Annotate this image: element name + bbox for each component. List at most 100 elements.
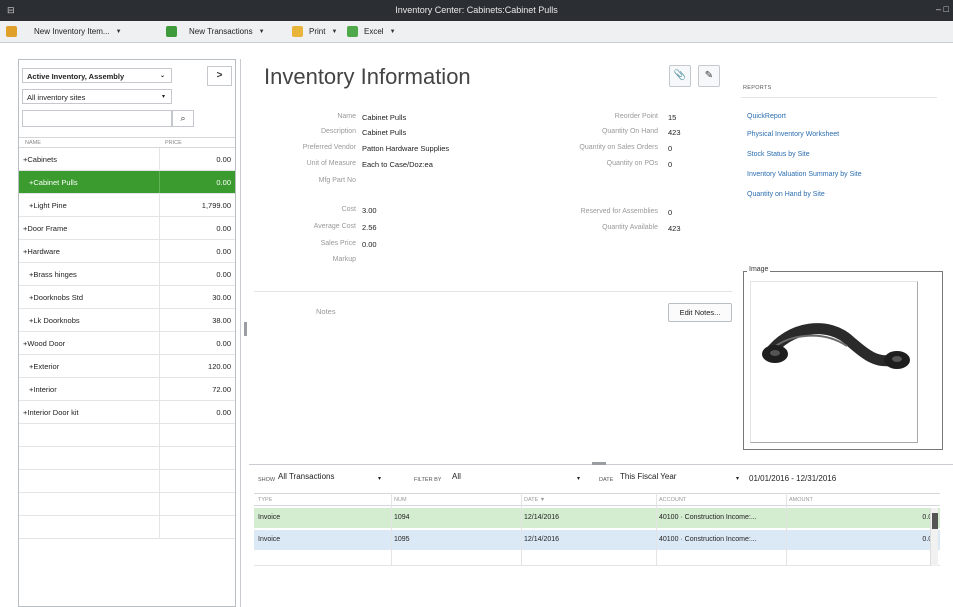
column-header-type[interactable]: TYPE bbox=[258, 497, 272, 503]
filter-dropdown[interactable]: All ▾ bbox=[452, 472, 586, 486]
chevron-down-icon: ▾ bbox=[378, 476, 382, 482]
show-dropdown[interactable]: All Transactions ▾ bbox=[278, 472, 382, 486]
tx-type: Invoice bbox=[258, 536, 281, 543]
item-price: 0.00 bbox=[216, 155, 231, 164]
tx-date: 12/14/2016 bbox=[524, 514, 560, 521]
field-label-qty-on-hand: Quantity On Hand bbox=[601, 128, 658, 135]
excel-label: Excel bbox=[364, 27, 384, 36]
report-link-valuation-summary[interactable]: Inventory Valuation Summary by Site bbox=[747, 171, 862, 178]
panel-splitter[interactable] bbox=[240, 59, 241, 607]
list-item[interactable]: +Interior Door kit 0.00 bbox=[19, 401, 235, 424]
field-value-vendor: Patton Hardware Supplies bbox=[362, 144, 450, 153]
scrollbar-thumb[interactable] bbox=[932, 513, 938, 529]
expand-panel-button[interactable]: > bbox=[207, 66, 232, 86]
column-header-amount[interactable]: AMOUNT bbox=[789, 497, 813, 503]
column-header-date[interactable]: DATE ▼ bbox=[524, 497, 545, 503]
item-name: +Exterior bbox=[29, 362, 60, 371]
list-item[interactable]: +Hardware 0.00 bbox=[19, 240, 235, 263]
splitter-handle[interactable] bbox=[592, 462, 606, 465]
search-icon[interactable]: ⌕ bbox=[172, 110, 194, 127]
paperclip-icon: 📎 bbox=[673, 70, 687, 81]
window-controls[interactable]: – □ bbox=[936, 4, 949, 14]
divider bbox=[254, 291, 732, 292]
empty-row bbox=[19, 447, 235, 470]
print-label: Print bbox=[309, 27, 326, 36]
list-item[interactable]: +Door Frame 0.00 bbox=[19, 217, 235, 240]
item-name: +Light Pine bbox=[29, 201, 67, 210]
new-transactions-button[interactable]: New Transactions ▼ bbox=[166, 26, 265, 37]
field-label-reserved: Reserved for Assemblies bbox=[580, 208, 658, 215]
printer-icon bbox=[292, 26, 303, 37]
empty-row bbox=[19, 493, 235, 516]
attach-button[interactable]: 📎 bbox=[669, 65, 691, 87]
chevron-down-icon: ▾ bbox=[736, 476, 740, 482]
item-list-panel: Active Inventory, Assembly ⌄ All invento… bbox=[18, 59, 236, 607]
column-header-num[interactable]: NUM bbox=[394, 497, 407, 503]
new-item-label: New Inventory Item... bbox=[34, 27, 110, 36]
edit-item-button[interactable]: ✎ bbox=[698, 65, 720, 87]
column-header-price[interactable]: PRICE bbox=[165, 140, 182, 146]
new-item-button[interactable]: New Inventory Item... ▼ bbox=[6, 26, 122, 37]
item-price: 0.00 bbox=[216, 408, 231, 417]
item-price: 0.00 bbox=[216, 339, 231, 348]
list-item-selected[interactable]: +Cabinet Pulls 0.00 bbox=[19, 171, 235, 194]
print-button[interactable]: Print ▼ bbox=[292, 26, 337, 37]
chevron-down-icon: ▼ bbox=[115, 28, 122, 35]
tx-type: Invoice bbox=[258, 514, 281, 521]
list-item[interactable]: +Cabinets 0.00 bbox=[19, 148, 235, 171]
divider bbox=[741, 97, 937, 98]
column-divider bbox=[521, 493, 522, 566]
empty-row bbox=[19, 424, 235, 447]
report-link-physical-inventory[interactable]: Physical Inventory Worksheet bbox=[747, 131, 839, 138]
excel-button[interactable]: Excel ▼ bbox=[347, 26, 396, 37]
empty-row bbox=[254, 552, 940, 566]
site-filter-dropdown[interactable]: All inventory sites ▾ bbox=[22, 89, 172, 104]
item-price: 0.00 bbox=[216, 247, 231, 256]
edit-notes-button[interactable]: Edit Notes... bbox=[668, 303, 732, 322]
list-item[interactable]: +Interior 72.00 bbox=[19, 378, 235, 401]
title-bar: ⊟ Inventory Center: Cabinets:Cabinet Pul… bbox=[0, 0, 953, 21]
table-row[interactable]: Invoice 1095 12/14/2016 40100 · Construc… bbox=[254, 530, 940, 550]
list-item[interactable]: +Exterior 120.00 bbox=[19, 355, 235, 378]
page-title: Inventory Information bbox=[264, 64, 471, 89]
field-value-description: Cabinet Pulls bbox=[362, 128, 407, 137]
field-value-name: Cabinet Pulls bbox=[362, 113, 407, 122]
item-price: 120.00 bbox=[208, 362, 231, 371]
search-input[interactable] bbox=[22, 110, 172, 127]
report-link-qty-on-hand[interactable]: Quantity on Hand by Site bbox=[747, 191, 825, 198]
excel-icon bbox=[347, 26, 358, 37]
list-item[interactable]: +Brass hinges 0.00 bbox=[19, 263, 235, 286]
item-name: +Cabinets bbox=[23, 155, 57, 164]
chevron-down-icon: ▼ bbox=[331, 28, 338, 35]
field-label-markup: Markup bbox=[332, 256, 356, 263]
column-header-name[interactable]: NAME bbox=[25, 140, 41, 146]
report-link-quickreport[interactable]: QuickReport bbox=[747, 113, 786, 120]
field-label-qty-sales-orders: Quantity on Sales Orders bbox=[579, 144, 658, 151]
tx-date: 12/14/2016 bbox=[524, 536, 560, 543]
list-item[interactable]: +Wood Door 0.00 bbox=[19, 332, 235, 355]
cabinet-pull-image bbox=[762, 323, 910, 369]
column-header-account[interactable]: ACCOUNT bbox=[659, 497, 686, 503]
field-value-qty-available: 423 bbox=[668, 224, 681, 233]
table-row[interactable]: Invoice 1094 12/14/2016 40100 · Construc… bbox=[254, 508, 940, 528]
list-item[interactable]: +Lk Doorknobs 38.00 bbox=[19, 309, 235, 332]
date-dropdown[interactable]: This Fiscal Year ▾ bbox=[620, 472, 740, 486]
field-value-reserved: 0 bbox=[668, 208, 673, 217]
item-price: 0.00 bbox=[216, 224, 231, 233]
list-item[interactable]: +Light Pine 1,799.00 bbox=[19, 194, 235, 217]
item-name: +Hardware bbox=[23, 247, 60, 256]
new-transactions-label: New Transactions bbox=[189, 27, 253, 36]
report-link-stock-status[interactable]: Stock Status by Site bbox=[747, 151, 810, 158]
item-price: 72.00 bbox=[212, 385, 231, 394]
transactions-scrollbar[interactable] bbox=[930, 508, 938, 566]
column-divider bbox=[786, 493, 787, 566]
view-filter-dropdown[interactable]: Active Inventory, Assembly ⌄ bbox=[22, 68, 172, 83]
item-name: +Wood Door bbox=[23, 339, 66, 348]
field-value-qty-on-hand: 423 bbox=[668, 128, 681, 137]
field-label-description: Description bbox=[320, 128, 356, 135]
splitter-handle[interactable] bbox=[244, 322, 247, 336]
list-item[interactable]: +Doorknobs Std 30.00 bbox=[19, 286, 235, 309]
item-image[interactable] bbox=[750, 281, 918, 443]
item-name: +Brass hinges bbox=[29, 270, 77, 279]
show-label: SHOW bbox=[258, 477, 276, 483]
